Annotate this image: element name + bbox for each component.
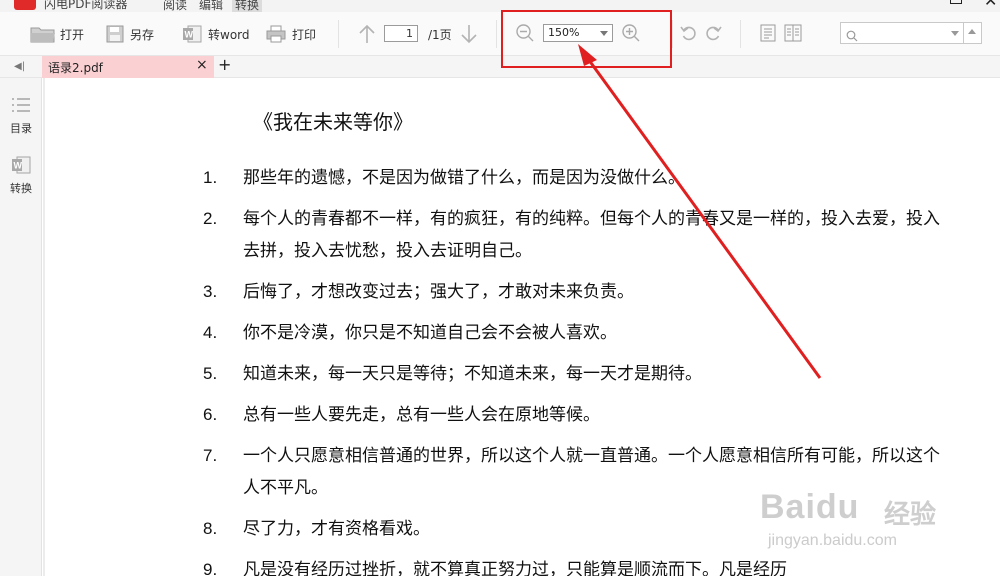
maximize-button[interactable] bbox=[950, 0, 962, 4]
list-icon bbox=[11, 98, 31, 118]
chevron-down-icon[interactable] bbox=[951, 31, 959, 36]
save-as-label: 另存 bbox=[130, 27, 155, 42]
page-total: /1页 bbox=[428, 28, 452, 42]
minimize-button[interactable]: — bbox=[872, 0, 890, 9]
list-item: 7. 一个人只愿意相信普通的世界，所以这个人就一直普通。一个人愿意相信所有可能，所… bbox=[203, 446, 940, 498]
close-icon[interactable]: × bbox=[196, 57, 208, 73]
new-tab-button[interactable]: + bbox=[218, 55, 231, 74]
folder-icon bbox=[30, 25, 56, 43]
app-title: 闪电PDF阅读器 bbox=[44, 0, 128, 11]
tab-document[interactable]: 语录2.pdf × bbox=[42, 56, 214, 78]
save-as-button[interactable]: 另存 bbox=[106, 12, 154, 56]
sidebar-item-convert[interactable]: W 转换 bbox=[0, 156, 42, 196]
toolbar-divider bbox=[740, 20, 741, 48]
sidebar-item-label: 目录 bbox=[10, 122, 32, 135]
collapse-sidebar-icon[interactable]: ◀| bbox=[14, 61, 25, 72]
print-label: 打印 bbox=[292, 27, 317, 42]
zoom-in-icon[interactable] bbox=[621, 23, 641, 47]
tab-document-label: 语录2.pdf bbox=[48, 61, 103, 75]
print-button[interactable]: 打印 bbox=[266, 12, 316, 56]
word-icon: W bbox=[182, 25, 202, 43]
toolbar-divider bbox=[496, 20, 497, 48]
chevron-up-icon bbox=[968, 29, 976, 34]
list-item: 8. 尽了力，才有资格看戏。 bbox=[203, 519, 430, 539]
sidebar: 目录 W 转换 bbox=[0, 78, 42, 576]
search-input[interactable] bbox=[840, 22, 964, 44]
prev-page-icon[interactable] bbox=[358, 24, 376, 48]
document-tab-bar: ◀| 语录2.pdf × + bbox=[0, 55, 1000, 78]
rotate-left-icon[interactable] bbox=[680, 24, 698, 46]
search-icon bbox=[846, 27, 858, 46]
close-window-button[interactable]: ✕ bbox=[984, 0, 997, 10]
search-prev-button[interactable] bbox=[964, 22, 982, 44]
convert-icon: W bbox=[11, 156, 31, 178]
zoom-select[interactable]: 150% bbox=[543, 24, 613, 42]
to-word-button[interactable]: W 转word bbox=[182, 12, 250, 56]
double-page-icon[interactable] bbox=[784, 24, 802, 46]
svg-text:W: W bbox=[185, 30, 194, 40]
app-logo bbox=[14, 0, 36, 10]
zoom-out-icon[interactable] bbox=[515, 23, 535, 47]
sidebar-item-label: 转换 bbox=[10, 182, 32, 195]
rotate-right-icon[interactable] bbox=[704, 24, 722, 46]
to-word-label: 转word bbox=[208, 27, 250, 42]
list-item: 6. 总有一些人要先走，总有一些人会在原地等候。 bbox=[203, 405, 600, 425]
toolbar-divider bbox=[672, 20, 673, 48]
document-viewport[interactable]: 《我在未来等你》 1. 那些年的遗憾，不是因为做错了什么，而是因为没做什么。 2.… bbox=[43, 78, 1000, 576]
list-item: 5. 知道未来，每一天只是等待；不知道未来，每一天才是期待。 bbox=[203, 364, 702, 384]
open-label: 打开 bbox=[60, 27, 85, 42]
pdf-page: 《我在未来等你》 1. 那些年的遗憾，不是因为做错了什么，而是因为没做什么。 2.… bbox=[45, 78, 1000, 576]
next-page-icon[interactable] bbox=[460, 24, 478, 48]
printer-icon bbox=[266, 25, 286, 43]
toolbar: 打开 另存 W 转word 打印 1 /1页 150% bbox=[0, 12, 1000, 56]
page-number-input[interactable]: 1 bbox=[384, 25, 418, 42]
svg-text:W: W bbox=[14, 161, 23, 171]
save-icon bbox=[106, 25, 124, 43]
list-item: 4. 你不是冷漠，你只是不知道自己会不会被人喜欢。 bbox=[203, 323, 617, 343]
single-page-icon[interactable] bbox=[760, 24, 776, 46]
title-bar: 闪电PDF阅读器 阅读 编辑 转换 — ✕ bbox=[0, 0, 1000, 13]
list-item: 1. 那些年的遗憾，不是因为做错了什么，而是因为没做什么。 bbox=[203, 168, 685, 188]
chevron-down-icon bbox=[600, 31, 608, 36]
zoom-value: 150% bbox=[548, 26, 580, 39]
document-title: 《我在未来等你》 bbox=[253, 110, 413, 134]
list-item: 9. 凡是没有经历过挫折，就不算真正努力过，只能算是顺流而下。凡是经历 bbox=[203, 560, 787, 576]
list-item: 2. 每个人的青春都不一样，有的疯狂，有的纯粹。但每个人的青春又是一样的，投入去爱… bbox=[203, 209, 940, 261]
toolbar-divider bbox=[338, 20, 339, 48]
list-item: 3. 后悔了，才想改变过去；强大了，才敢对未来负责。 bbox=[203, 282, 634, 302]
sidebar-item-toc[interactable]: 目录 bbox=[0, 96, 42, 136]
quote-list: 1. 那些年的遗憾，不是因为做错了什么，而是因为没做什么。 2. 每个人的青春都不一… bbox=[203, 162, 943, 576]
open-button[interactable]: 打开 bbox=[30, 12, 84, 56]
